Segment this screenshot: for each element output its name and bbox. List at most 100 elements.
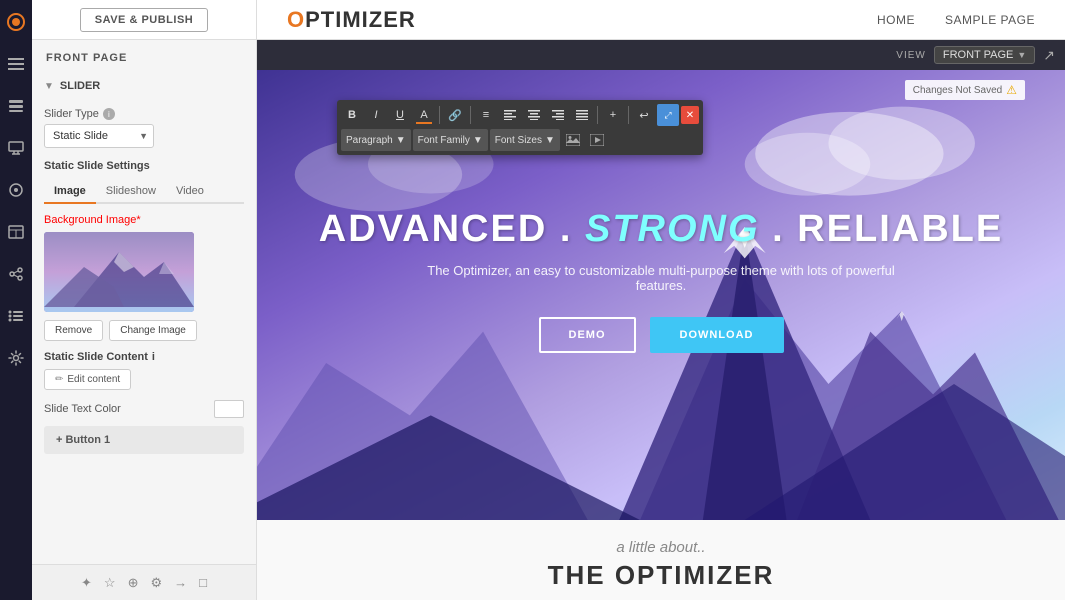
font-family-arrow-icon: ▼: [473, 135, 483, 146]
toolbar-separator-1: [439, 106, 440, 124]
undo-button[interactable]: ↩: [633, 104, 655, 126]
star-icon[interactable]: ✦: [81, 575, 92, 591]
toolbar-row1: B I U A 🔗 ≡: [341, 104, 699, 126]
toolbar-separator-4: [628, 106, 629, 124]
background-image-preview: [44, 232, 194, 312]
logo-area: OPTIMIZER: [287, 7, 416, 33]
plus-button[interactable]: +: [602, 104, 624, 126]
gear-icon[interactable]: ⚙: [150, 575, 162, 591]
bold-button[interactable]: B: [341, 104, 363, 126]
static-content-label: Static Slide Content i: [44, 351, 244, 363]
slider-type-select[interactable]: Static Slide Slideshow Video: [44, 124, 154, 148]
tab-image[interactable]: Image: [44, 180, 96, 204]
edit-content-button[interactable]: ✏ Edit content: [44, 369, 131, 390]
remove-image-button[interactable]: Remove: [44, 320, 103, 341]
slider-type-select-wrapper[interactable]: Static Slide Slideshow Video: [44, 124, 154, 148]
view-dropdown-label: FRONT PAGE: [943, 49, 1014, 61]
button1-section[interactable]: + Button 1: [44, 426, 244, 454]
external-link-icon[interactable]: ↗: [1043, 47, 1055, 64]
tab-slideshow[interactable]: Slideshow: [96, 180, 166, 204]
slider-section-header[interactable]: ▼ SLIDER: [44, 72, 244, 100]
layers-icon[interactable]: [4, 94, 28, 118]
slide-text-color-label: Slide Text Color: [44, 403, 121, 415]
align-left-button[interactable]: [499, 104, 521, 126]
slider-section-label: SLIDER: [60, 80, 100, 92]
paragraph-label: Paragraph: [346, 135, 393, 146]
hero-title: ADVANCED . STRONG . RELIABLE: [319, 208, 1003, 251]
align-center-button[interactable]: [523, 104, 545, 126]
arrow-icon[interactable]: →: [174, 575, 187, 590]
toolbar-separator-3: [597, 106, 598, 124]
view-bar-label: VIEW: [896, 50, 926, 61]
logo-o: O: [287, 7, 305, 32]
main-area: OPTIMIZER HOME SAMPLE PAGE VIEW FRONT PA…: [257, 0, 1065, 600]
table-icon[interactable]: [4, 220, 28, 244]
screen-icon[interactable]: □: [199, 575, 207, 590]
menu-icon[interactable]: [4, 52, 28, 76]
hero-subtitle: The Optimizer, an easy to customizable m…: [411, 263, 911, 293]
settings-gear-icon[interactable]: [4, 346, 28, 370]
expand-button[interactable]: ⤢: [657, 104, 679, 126]
slide-text-color-swatch[interactable]: [214, 400, 244, 418]
sidebar-icon-strip: [0, 0, 32, 600]
nav-links: HOME SAMPLE PAGE: [877, 13, 1035, 27]
hero-section: B I U A 🔗 ≡: [257, 70, 1065, 520]
nav-sample-page[interactable]: SAMPLE PAGE: [945, 13, 1035, 27]
view-dropdown[interactable]: FRONT PAGE ▼: [934, 46, 1035, 64]
toolbar-close-button[interactable]: ✕: [681, 106, 699, 124]
add-circle-icon[interactable]: ⊕: [128, 575, 139, 591]
monitor-icon[interactable]: [4, 136, 28, 160]
circle-icon[interactable]: [4, 178, 28, 202]
font-family-dropdown[interactable]: Font Family ▼: [413, 129, 488, 151]
changes-badge-text: Changes Not Saved: [913, 85, 1003, 96]
top-bar-left: SAVE & PUBLISH: [32, 0, 256, 40]
warning-icon: ⚠: [1006, 83, 1017, 97]
font-color-button[interactable]: A: [413, 104, 435, 126]
hero-download-button[interactable]: DOWNLOAD: [650, 317, 784, 353]
hero-title-part1: ADVANCED .: [319, 208, 585, 250]
logo-rest: PTIMIZER: [305, 7, 416, 32]
tab-video[interactable]: Video: [166, 180, 214, 204]
save-publish-button[interactable]: SAVE & PUBLISH: [80, 8, 208, 32]
image-tabs-row: Image Slideshow Video: [44, 180, 244, 204]
bottom-toolbar: ✦ ☆ ⊕ ⚙ → □: [32, 564, 256, 600]
view-dropdown-arrow-icon: ▼: [1017, 50, 1026, 60]
hero-buttons: DEMO DOWNLOAD: [539, 317, 784, 353]
logo-icon[interactable]: [4, 10, 28, 34]
nav-home[interactable]: HOME: [877, 13, 915, 27]
toolbar-row2: Paragraph ▼ Font Family ▼ Font Sizes ▼: [341, 129, 699, 151]
slider-type-info-icon: i: [103, 108, 115, 120]
toolbar-separator-2: [470, 106, 471, 124]
font-size-dropdown[interactable]: Font Sizes ▼: [490, 129, 560, 151]
slide-text-color-row: Slide Text Color: [44, 400, 244, 418]
below-hero-section: a little about.. THE OPTIMIZER: [257, 520, 1065, 600]
font-size-arrow-icon: ▼: [545, 135, 555, 146]
share-icon[interactable]: [4, 262, 28, 286]
list-button[interactable]: ≡: [475, 104, 497, 126]
italic-button[interactable]: I: [365, 104, 387, 126]
panel-content: ▼ SLIDER Slider Type i Static Slide Slid…: [32, 72, 256, 564]
site-nav-bar: OPTIMIZER HOME SAMPLE PAGE: [257, 0, 1065, 40]
hero-demo-button[interactable]: DEMO: [539, 317, 636, 353]
slider-type-label: Slider Type i: [44, 108, 244, 120]
link-button[interactable]: 🔗: [444, 104, 466, 126]
align-right-button[interactable]: [547, 104, 569, 126]
rich-text-toolbar: B I U A 🔗 ≡: [337, 100, 703, 155]
panel-title: FRONT PAGE: [32, 40, 256, 72]
site-logo: OPTIMIZER: [287, 7, 416, 33]
list-icon[interactable]: [4, 304, 28, 328]
bookmark-icon[interactable]: ☆: [104, 575, 116, 591]
media-button[interactable]: [586, 129, 608, 151]
change-image-button[interactable]: Change Image: [109, 320, 197, 341]
font-family-label: Font Family: [418, 135, 470, 146]
color-underline: [416, 122, 432, 124]
left-panel: SAVE & PUBLISH FRONT PAGE ▼ SLIDER Slide…: [32, 0, 257, 600]
static-content-info-icon: i: [152, 351, 155, 363]
image-insert-button[interactable]: [562, 129, 584, 151]
paragraph-dropdown[interactable]: Paragraph ▼: [341, 129, 411, 151]
underline-button[interactable]: U: [389, 104, 411, 126]
view-bar: VIEW FRONT PAGE ▼ ↗: [257, 40, 1065, 70]
optimizer-title: THE OPTIMIZER: [548, 560, 775, 591]
align-justify-button[interactable]: [571, 104, 593, 126]
pencil-icon: ✏: [55, 374, 63, 385]
